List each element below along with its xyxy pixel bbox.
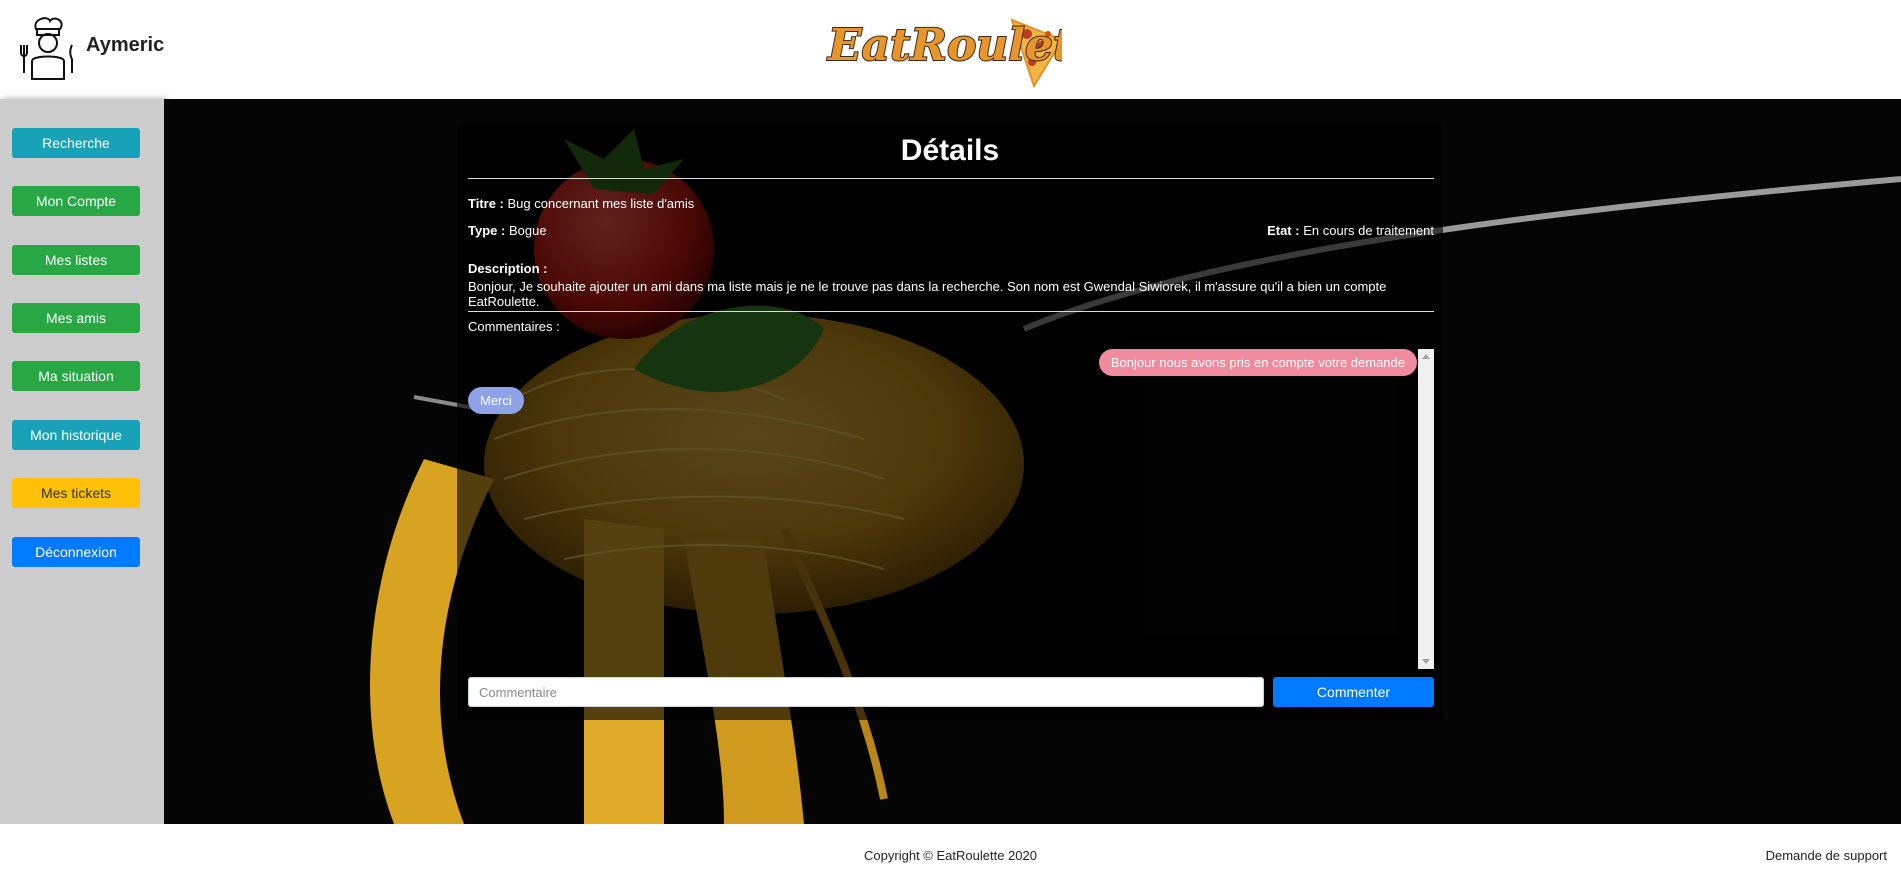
sidebar-item-mon-compte[interactable]: Mon Compte	[12, 186, 140, 216]
comment-input[interactable]	[468, 677, 1264, 707]
scroll-up-arrow-icon[interactable]	[1422, 354, 1430, 359]
sidebar-item-mes-tickets[interactable]: Mes tickets	[12, 478, 140, 508]
sidebar-item-recherche[interactable]: Recherche	[12, 128, 140, 158]
comments-list[interactable]: Bonjour nous avons pris en compte votre …	[468, 349, 1434, 669]
titre-value: Bug concernant mes liste d'amis	[507, 196, 695, 211]
chef-avatar-icon	[20, 17, 73, 80]
comment-bubble-admin: Bonjour nous avons pris en compte votre …	[1098, 349, 1417, 376]
support-request-link[interactable]: Demande de support	[1766, 848, 1887, 863]
type-label: Type :	[468, 223, 506, 238]
scroll-down-arrow-icon[interactable]	[1422, 659, 1430, 664]
logo-text: EatRoulette	[826, 20, 1062, 71]
type-value: Bogue	[508, 223, 547, 238]
title-divider	[468, 178, 1434, 179]
etat-label: Etat :	[1267, 223, 1300, 238]
sidebar-item-mes-listes[interactable]: Mes listes	[12, 245, 140, 275]
main-content: Détails Titre : Bug concernant mes liste…	[164, 99, 1901, 824]
sidebar-item-mes-amis[interactable]: Mes amis	[12, 303, 140, 333]
titre-label: Titre :	[468, 196, 504, 211]
comment-bubble-user: Merci	[468, 387, 524, 414]
comments-scrollbar[interactable]	[1418, 349, 1434, 669]
comment-button[interactable]: Commenter	[1273, 677, 1434, 707]
description-divider	[468, 311, 1434, 312]
sidebar-item-mon-historique[interactable]: Mon historique	[12, 420, 140, 450]
username: Aymeric	[86, 34, 165, 56]
copyright-text: Copyright © EatRoulette 2020	[864, 848, 1037, 863]
titre-row: Titre : Bug concernant mes liste d'amis	[468, 196, 694, 211]
page-title: Détails	[900, 134, 1000, 167]
sidebar: Recherche Mon Compte Mes listes Mes amis…	[0, 99, 164, 824]
header: Aymeric EatRoulette	[0, 0, 1901, 99]
description-label: Description :	[468, 261, 548, 276]
footer: Copyright © EatRoulette 2020 Demande de …	[0, 824, 1901, 877]
details-card: Détails Titre : Bug concernant mes liste…	[457, 124, 1443, 720]
sidebar-item-deconnexion[interactable]: Déconnexion	[12, 537, 140, 567]
description-text: Bonjour, Je souhaite ajouter un ami dans…	[468, 279, 1387, 309]
sidebar-item-ma-situation[interactable]: Ma situation	[12, 361, 140, 391]
comments-label: Commentaires :	[468, 319, 560, 334]
etat-value: En cours de traitement	[1303, 223, 1434, 238]
etat-row: Etat : En cours de traitement	[1267, 223, 1434, 238]
type-row: Type : Bogue	[468, 223, 547, 238]
eatroulette-logo[interactable]: EatRoulette	[822, 10, 1062, 90]
